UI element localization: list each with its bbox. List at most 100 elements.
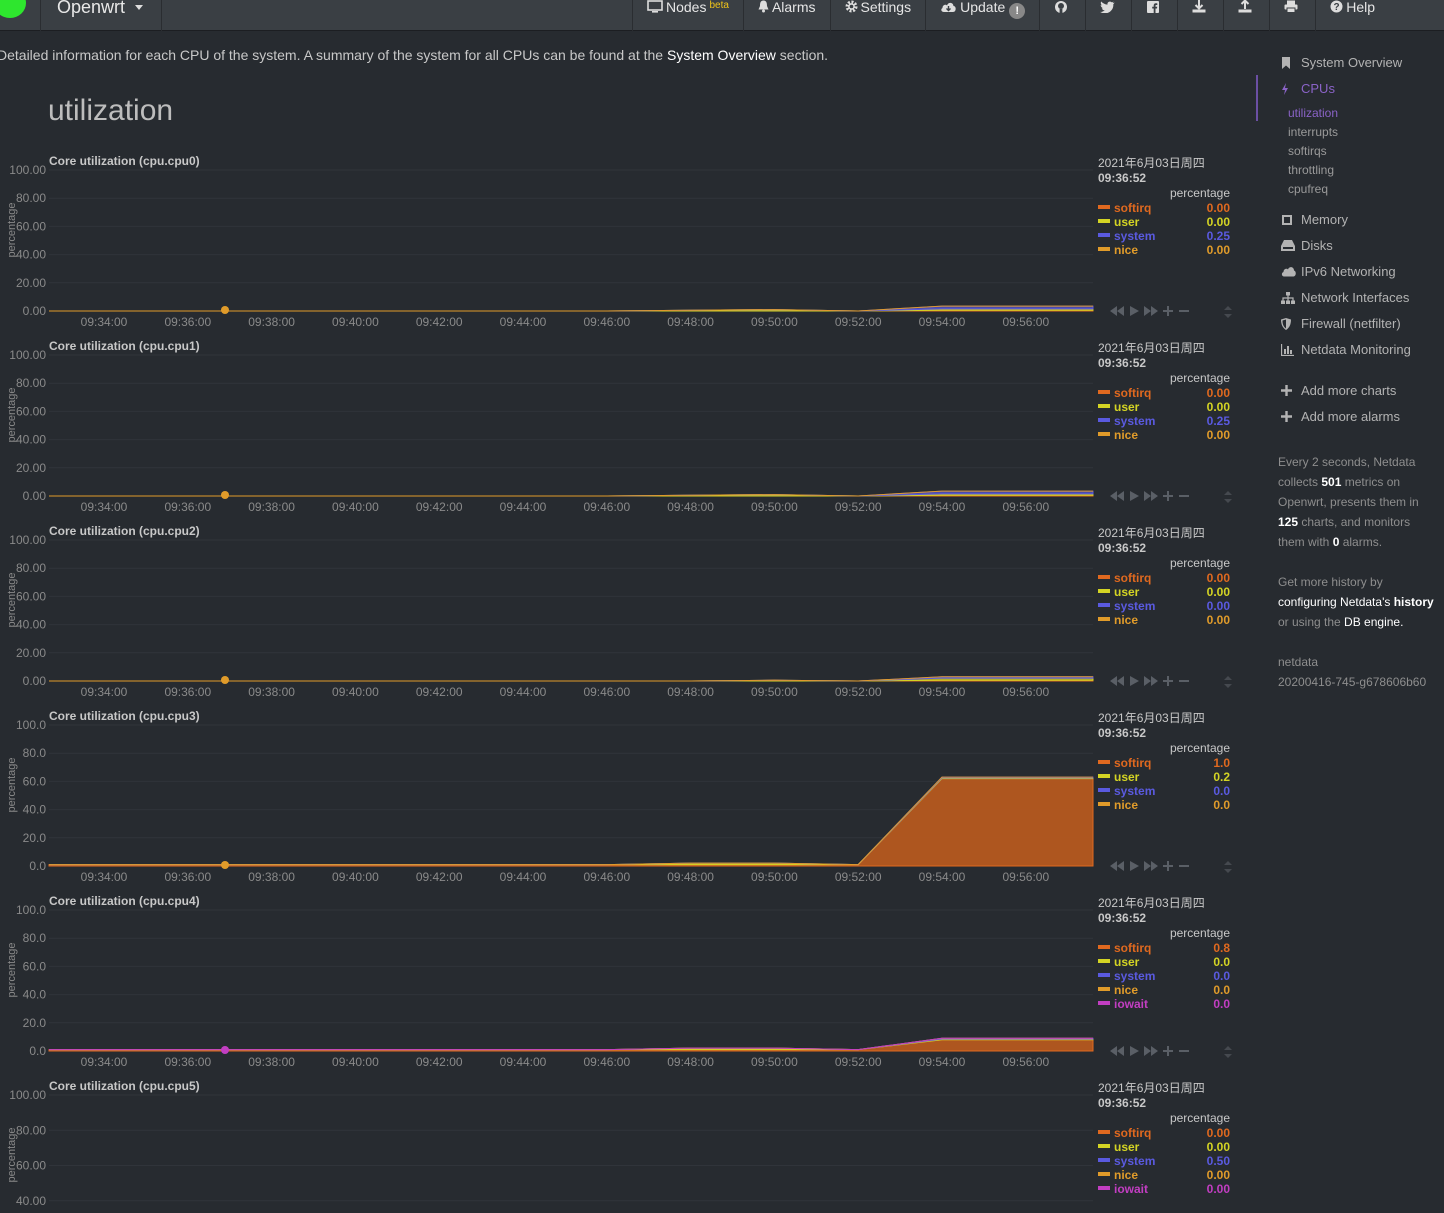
- legend-row-user[interactable]: user 0.00: [1098, 1140, 1230, 1154]
- sidebar-item-memory[interactable]: Memory: [1256, 209, 1444, 235]
- forward-icon[interactable]: [1144, 861, 1158, 871]
- sidebar-subitem-interrupts[interactable]: interrupts: [1256, 123, 1444, 142]
- legend-row-nice[interactable]: nice 0.0: [1098, 798, 1230, 812]
- legend-row-softirq[interactable]: softirq 0.00: [1098, 201, 1230, 215]
- twitter-link[interactable]: [1085, 0, 1131, 31]
- zoom-out-icon[interactable]: [1178, 1046, 1190, 1056]
- add-more-charts-link[interactable]: Add more charts: [1256, 380, 1444, 406]
- print-button[interactable]: [1269, 0, 1315, 31]
- resize-handle-icon[interactable]: [1224, 491, 1232, 503]
- zoom-out-icon[interactable]: [1178, 491, 1190, 501]
- netdata-logo[interactable]: [0, 0, 26, 18]
- chart-plot[interactable]: 100.00 80.00 60.00 40.00 20.00 0.00 09:34:00 09…: [0, 524, 1100, 709]
- update-button[interactable]: Update!: [925, 0, 1039, 31]
- system-overview-link[interactable]: System Overview: [667, 47, 776, 63]
- legend-row-system[interactable]: system 0.0: [1098, 784, 1230, 798]
- sidebar-subitem-utilization[interactable]: utilization: [1256, 104, 1444, 123]
- forward-icon[interactable]: [1144, 676, 1158, 686]
- download-button[interactable]: [1177, 0, 1223, 31]
- sidebar-subitem-softirqs[interactable]: softirqs: [1256, 142, 1444, 161]
- host-selector[interactable]: Openwrt: [40, 0, 162, 31]
- play-icon[interactable]: [1128, 491, 1140, 501]
- facebook-link[interactable]: [1131, 0, 1177, 31]
- rewind-icon[interactable]: [1110, 306, 1124, 316]
- db-engine-link[interactable]: DB engine.: [1344, 615, 1403, 629]
- history-config-link[interactable]: configuring Netdata's: [1278, 595, 1394, 609]
- sidebar-item-ipv6[interactable]: IPv6 Networking: [1256, 261, 1444, 287]
- resize-handle-icon[interactable]: [1224, 676, 1232, 688]
- play-icon[interactable]: [1128, 306, 1140, 316]
- cpu-chart[interactable]: Core utilization (cpu.cpu4) percentage 100…: [0, 894, 1240, 1079]
- legend-row-nice[interactable]: nice 0.00: [1098, 613, 1230, 627]
- play-icon[interactable]: [1128, 676, 1140, 686]
- chart-plot[interactable]: 100.00 80.00 60.00 40.00 20.00 0.00 09:34:00 09…: [0, 339, 1100, 524]
- chart-plot[interactable]: 100.0 80.0 60.0 40.0 20.0 0.0 09:34:00 09:36:00…: [0, 709, 1100, 894]
- legend-row-softirq[interactable]: softirq 0.8: [1098, 941, 1230, 955]
- legend-row-nice[interactable]: nice 0.0: [1098, 983, 1230, 997]
- nodes-button[interactable]: Nodes beta: [632, 0, 743, 31]
- help-button[interactable]: ? Help: [1315, 0, 1389, 31]
- zoom-out-icon[interactable]: [1178, 861, 1190, 871]
- rewind-icon[interactable]: [1110, 1046, 1124, 1056]
- legend-row-user[interactable]: user 0.00: [1098, 400, 1230, 414]
- legend-row-iowait[interactable]: iowait 0.00: [1098, 1182, 1230, 1196]
- legend-row-softirq[interactable]: softirq 0.00: [1098, 386, 1230, 400]
- zoom-out-icon[interactable]: [1178, 306, 1190, 316]
- sidebar-item-network-interfaces[interactable]: Network Interfaces: [1256, 287, 1444, 313]
- resize-handle-icon[interactable]: [1224, 1046, 1232, 1058]
- cpu-chart[interactable]: Core utilization (cpu.cpu3) percentage 100…: [0, 709, 1240, 894]
- zoom-in-icon[interactable]: [1162, 861, 1174, 871]
- legend-row-iowait[interactable]: iowait 0.0: [1098, 997, 1230, 1011]
- legend-row-user[interactable]: user 0.00: [1098, 215, 1230, 229]
- cpu-chart[interactable]: Core utilization (cpu.cpu1) percentage 100…: [0, 339, 1240, 524]
- zoom-out-icon[interactable]: [1178, 676, 1190, 686]
- alarms-button[interactable]: Alarms: [742, 0, 830, 31]
- legend-row-nice[interactable]: nice 0.00: [1098, 243, 1230, 257]
- sidebar-subitem-throttling[interactable]: throttling: [1256, 161, 1444, 180]
- rewind-icon[interactable]: [1110, 861, 1124, 871]
- chart-plot[interactable]: 100.00 80.00 60.00 40.00 20.00 0.00 09:34:00 09…: [0, 154, 1100, 339]
- sidebar-subitem-cpufreq[interactable]: cpufreq: [1256, 180, 1444, 199]
- zoom-in-icon[interactable]: [1162, 676, 1174, 686]
- sidebar-item-cpus[interactable]: CPUs: [1256, 78, 1444, 104]
- legend-row-softirq[interactable]: softirq 1.0: [1098, 756, 1230, 770]
- chart-plot[interactable]: 100.0 80.0 60.0 40.0 20.0 0.0 09:34:00 09:36:00…: [0, 894, 1100, 1079]
- rewind-icon[interactable]: [1110, 676, 1124, 686]
- legend-row-nice[interactable]: nice 0.00: [1098, 1168, 1230, 1182]
- cpu-chart[interactable]: Core utilization (cpu.cpu0) percentage 100…: [0, 154, 1240, 339]
- forward-icon[interactable]: [1144, 306, 1158, 316]
- add-more-alarms-link[interactable]: Add more alarms: [1256, 406, 1444, 432]
- legend-row-softirq[interactable]: softirq 0.00: [1098, 571, 1230, 585]
- rewind-icon[interactable]: [1110, 491, 1124, 501]
- legend-row-system[interactable]: system 0.50: [1098, 1154, 1230, 1168]
- legend-row-nice[interactable]: nice 0.00: [1098, 428, 1230, 442]
- legend-row-user[interactable]: user 0.2: [1098, 770, 1230, 784]
- legend-row-system[interactable]: system 0.00: [1098, 599, 1230, 613]
- forward-icon[interactable]: [1144, 1046, 1158, 1056]
- legend-row-softirq[interactable]: softirq 0.00: [1098, 1126, 1230, 1140]
- cpu-chart[interactable]: Core utilization (cpu.cpu5) percentage 100…: [0, 1079, 1240, 1213]
- legend-row-user[interactable]: user 0.0: [1098, 955, 1230, 969]
- sidebar-item-system-overview[interactable]: System Overview: [1256, 52, 1444, 78]
- play-icon[interactable]: [1128, 861, 1140, 871]
- github-link[interactable]: [1039, 0, 1085, 31]
- legend-row-system[interactable]: system 0.25: [1098, 229, 1230, 243]
- history-link[interactable]: history: [1394, 595, 1434, 609]
- legend-row-system[interactable]: system 0.0: [1098, 969, 1230, 983]
- zoom-in-icon[interactable]: [1162, 1046, 1174, 1056]
- forward-icon[interactable]: [1144, 491, 1158, 501]
- resize-handle-icon[interactable]: [1224, 306, 1232, 318]
- sidebar-item-disks[interactable]: Disks: [1256, 235, 1444, 261]
- zoom-in-icon[interactable]: [1162, 306, 1174, 316]
- legend-row-system[interactable]: system 0.25: [1098, 414, 1230, 428]
- sidebar-item-netdata-monitoring[interactable]: Netdata Monitoring: [1256, 339, 1444, 365]
- sidebar-item-firewall[interactable]: Firewall (netfilter): [1256, 313, 1444, 339]
- legend-row-user[interactable]: user 0.00: [1098, 585, 1230, 599]
- resize-handle-icon[interactable]: [1224, 861, 1232, 873]
- cpu-chart[interactable]: Core utilization (cpu.cpu2) percentage 100…: [0, 524, 1240, 709]
- play-icon[interactable]: [1128, 1046, 1140, 1056]
- zoom-in-icon[interactable]: [1162, 491, 1174, 501]
- chart-plot[interactable]: 100.0080.0060.0040.0020.00: [0, 1079, 1100, 1213]
- settings-button[interactable]: Settings: [829, 0, 926, 31]
- upload-button[interactable]: [1223, 0, 1269, 31]
